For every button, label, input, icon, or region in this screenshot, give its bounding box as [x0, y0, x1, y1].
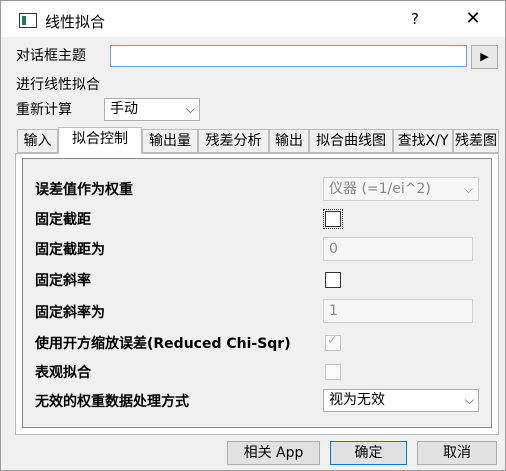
fix-intercept-at-label: 固定截距为: [35, 242, 105, 258]
tab-residual-plot[interactable]: 残差图: [453, 129, 499, 153]
help-button[interactable]: ?: [397, 5, 433, 33]
fix-slope-at-label: 固定斜率为: [35, 305, 105, 321]
invalid-weight-select[interactable]: 视为无效 ⌵: [323, 389, 479, 412]
tab-fitted-curve-plot[interactable]: 拟合曲线图: [309, 129, 393, 153]
chevron-down-icon: ⌵: [463, 182, 473, 196]
fix-intercept-label: 固定截距: [35, 212, 91, 228]
invalid-weight-value: 视为无效: [329, 392, 385, 408]
tab-output[interactable]: 输出: [269, 129, 309, 153]
fix-slope-at-input[interactable]: 1: [323, 299, 473, 323]
fit-control-group: 误差值作为权重 仪器 (=1/ei^2) ⌵ 固定截距 固定截距为 0 固定斜率…: [22, 158, 492, 428]
checkmark-icon: ✓: [327, 333, 338, 348]
related-app-button[interactable]: 相关 App: [227, 441, 320, 465]
tab-residual-analysis[interactable]: 残差分析: [198, 129, 269, 153]
weight-value: 仪器 (=1/ei^2): [329, 181, 431, 197]
window-title: 线性拟合: [45, 13, 106, 31]
fix-slope-checkbox[interactable]: [325, 272, 341, 288]
reduced-chisqr-checkbox[interactable]: ✓: [325, 333, 341, 351]
cancel-button[interactable]: 取消: [417, 441, 497, 465]
apparent-fit-checkbox[interactable]: [325, 364, 341, 380]
chevron-down-icon: ⌵: [185, 102, 195, 116]
tab-input[interactable]: 输入: [17, 129, 58, 153]
theme-play-button[interactable]: ▶: [471, 45, 498, 69]
invalid-weight-label: 无效的权重数据处理方式: [35, 394, 189, 410]
recalculate-value: 手动: [110, 101, 138, 117]
ok-button[interactable]: 确定: [330, 441, 407, 465]
recalculate-select[interactable]: 手动 ⌵: [104, 98, 200, 121]
weight-label: 误差值作为权重: [35, 182, 133, 198]
tab-find-xy[interactable]: 查找X/Y: [393, 129, 453, 153]
close-button[interactable]: ✕: [453, 5, 493, 33]
tab-fit-control[interactable]: 拟合控制: [58, 127, 142, 154]
fit-control-panel: 误差值作为权重 仪器 (=1/ei^2) ⌵ 固定截距 固定截距为 0 固定斜率…: [15, 153, 499, 435]
dialog-theme-input[interactable]: [110, 45, 467, 67]
chevron-down-icon: ⌵: [464, 393, 474, 407]
recalculate-label: 重新计算: [16, 102, 72, 118]
apparent-fit-label: 表观拟合: [35, 365, 91, 381]
dialog-theme-label: 对话框主题: [16, 48, 86, 64]
fix-intercept-at-input[interactable]: 0: [323, 237, 473, 261]
title-bar: 线性拟合 ? ✕: [1, 1, 505, 37]
tab-quantities[interactable]: 输出量: [142, 129, 198, 153]
fix-slope-label: 固定斜率: [35, 273, 91, 289]
linear-fit-dialog: 线性拟合 ? ✕ 对话框主题 ▶ 进行线性拟合 重新计算 手动 ⌵ 输入 拟合控…: [0, 0, 506, 471]
play-icon: ▶: [480, 50, 489, 63]
tab-bar: 输入 拟合控制 输出量 残差分析 输出 拟合曲线图 查找X/Y 残差图: [15, 127, 499, 154]
reduced-chisqr-label: 使用开方缩放误差(Reduced Chi-Sqr): [35, 336, 291, 352]
fit-description-label: 进行线性拟合: [16, 77, 100, 93]
fix-intercept-checkbox[interactable]: [323, 209, 343, 229]
app-window-icon: [19, 13, 37, 28]
weight-select[interactable]: 仪器 (=1/ei^2) ⌵: [323, 177, 479, 201]
